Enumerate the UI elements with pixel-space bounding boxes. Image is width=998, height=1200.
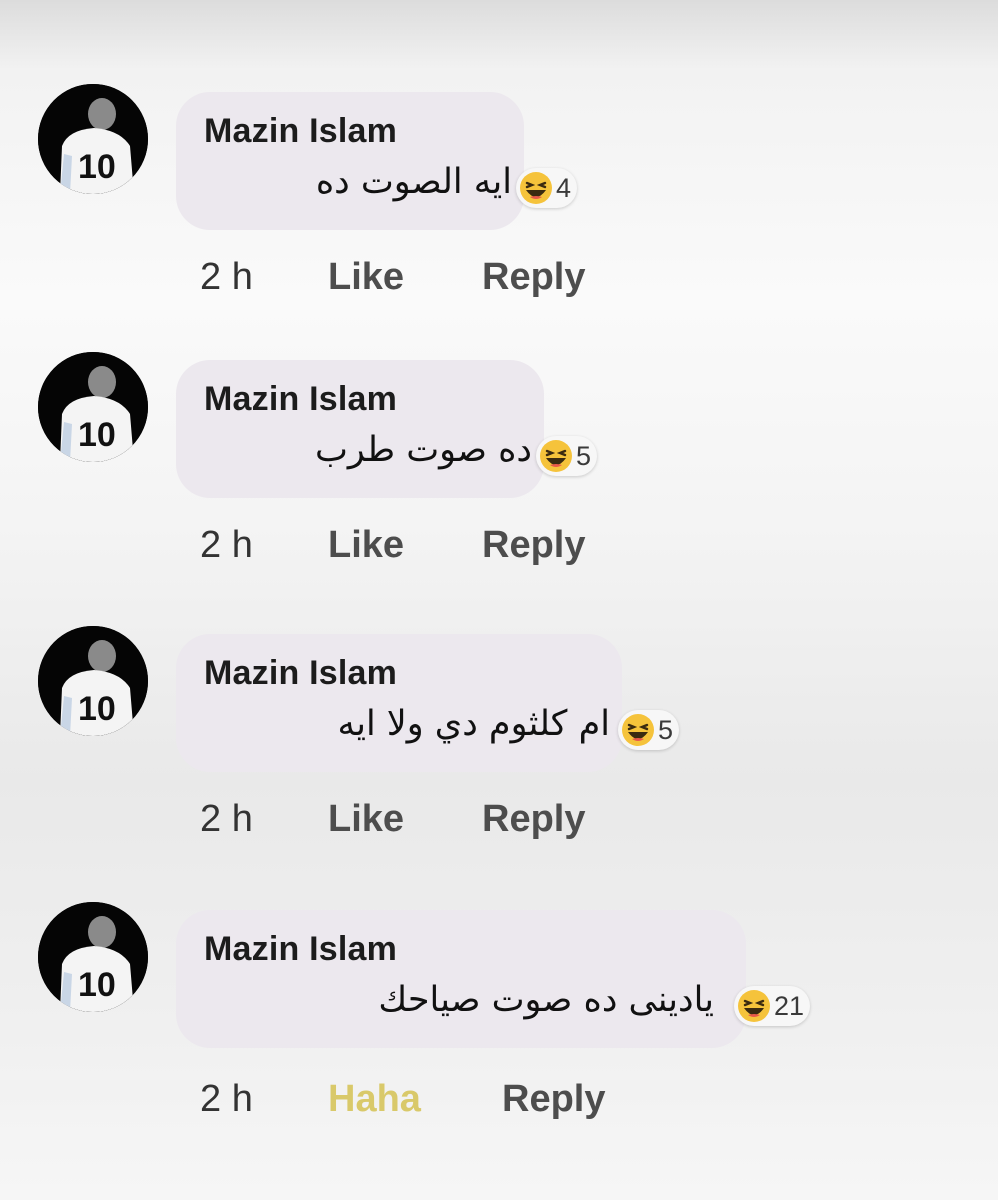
reaction-count: 4 — [556, 172, 572, 203]
reaction-badge[interactable]: 21 — [734, 986, 811, 1026]
comment-actions: 2 h Like Reply — [200, 256, 585, 299]
timestamp: 2 h — [200, 524, 253, 566]
timestamp: 2 h — [200, 256, 253, 298]
author-name[interactable]: Mazin Islam — [204, 112, 397, 151]
reply-button[interactable]: Reply — [482, 256, 585, 299]
comment-text: ده صوت طرب — [314, 430, 532, 470]
reaction-badge[interactable]: 5 — [536, 436, 598, 476]
player-avatar-icon: 10 — [38, 352, 148, 462]
reply-button[interactable]: Reply — [482, 798, 585, 841]
haha-reaction-button[interactable]: Haha — [328, 1078, 502, 1121]
comment: 10 Mazin Islam ايه الصوت ده 4 2 h Like R… — [0, 84, 998, 354]
avatar[interactable]: 10 — [38, 352, 148, 462]
reaction-badge[interactable]: 4 — [516, 168, 578, 208]
haha-emoji-icon — [540, 440, 572, 472]
author-name[interactable]: Mazin Islam — [204, 380, 397, 419]
haha-emoji-icon — [738, 990, 770, 1022]
comment-actions: 2 h Haha Reply — [200, 1078, 605, 1121]
comment: 10 Mazin Islam ام كلثوم دي ولا ايه 5 2 h… — [0, 626, 998, 896]
like-button[interactable]: Like — [328, 524, 482, 567]
like-button[interactable]: Like — [328, 256, 482, 299]
svg-text:10: 10 — [78, 966, 116, 1004]
timestamp: 2 h — [200, 798, 253, 840]
like-button[interactable]: Like — [328, 798, 482, 841]
player-avatar-icon: 10 — [38, 84, 148, 194]
author-name[interactable]: Mazin Islam — [204, 930, 397, 969]
comment-actions: 2 h Like Reply — [200, 524, 585, 567]
author-name[interactable]: Mazin Islam — [204, 654, 397, 693]
avatar[interactable]: 10 — [38, 902, 148, 1012]
player-avatar-icon: 10 — [38, 626, 148, 736]
avatar[interactable]: 10 — [38, 626, 148, 736]
comment: 10 Mazin Islam يادينى ده صوت صياحك 21 2 … — [0, 902, 998, 1172]
reaction-badge[interactable]: 5 — [618, 710, 680, 750]
svg-text:10: 10 — [78, 148, 116, 186]
comment: 10 Mazin Islam ده صوت طرب 5 2 h Like Rep… — [0, 352, 998, 622]
reaction-count: 5 — [658, 714, 674, 745]
avatar[interactable]: 10 — [38, 84, 148, 194]
timestamp: 2 h — [200, 1078, 253, 1120]
comment-text: ايه الصوت ده — [315, 162, 512, 202]
reaction-count: 21 — [774, 990, 805, 1021]
player-avatar-icon: 10 — [38, 902, 148, 1012]
reaction-count: 5 — [576, 440, 592, 471]
haha-emoji-icon — [520, 172, 552, 204]
svg-text:10: 10 — [78, 690, 116, 728]
comment-actions: 2 h Like Reply — [200, 798, 585, 841]
reply-button[interactable]: Reply — [482, 524, 585, 567]
svg-text:10: 10 — [78, 416, 116, 454]
reply-button[interactable]: Reply — [502, 1078, 605, 1121]
comment-text: ام كلثوم دي ولا ايه — [337, 704, 610, 744]
haha-emoji-icon — [622, 714, 654, 746]
comment-text: يادينى ده صوت صياحك — [378, 980, 714, 1020]
